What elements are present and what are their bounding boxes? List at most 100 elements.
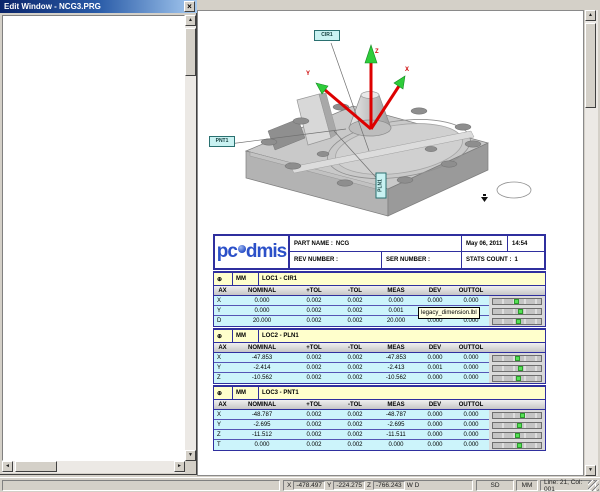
axis-row[interactable]: D 20.000 0.002 0.002 20.000 0.000 0.000 xyxy=(214,316,545,326)
nominal-cell: -47.853 xyxy=(231,355,293,361)
dimension-section[interactable]: ⊕ MM LOC2 - PLN1 AXNOMINAL+TOL-TOLMEASDE… xyxy=(213,328,546,384)
z-coord-value: -766.243 xyxy=(373,481,405,490)
scroll-up-arrow-icon[interactable]: ▲ xyxy=(585,10,596,21)
status-bar: X -478.497 Y -224.275 Z -766.243 W D SD … xyxy=(0,477,600,492)
code-line: CNC/USEWORKOFFSET,G54,NO,STARTUP,<3 xyxy=(3,239,184,245)
logo-text-pc: pc xyxy=(217,241,237,263)
ser-number-label: SER NUMBER : xyxy=(386,257,430,263)
edit-window-titlebar[interactable]: Edit Window - NCG3.PRG × xyxy=(0,0,197,13)
pcdmis-logo: pcdmis xyxy=(215,236,290,268)
units-panel: MM xyxy=(516,480,538,491)
minus-tol-cell: 0.002 xyxy=(335,365,375,371)
column-header: NOMINAL xyxy=(231,402,293,408)
scroll-right-arrow-icon[interactable]: ► xyxy=(174,461,185,472)
dimension-section[interactable]: ⊕ MM LOC3 - PNT1 AXNOMINAL+TOL-TOLMEASDE… xyxy=(213,385,546,451)
code-line: MOVE/ROTAB,0,SHORTEST,0,SHORTEST, xyxy=(3,398,184,404)
code-line: ACTL/<-47.853,-2.413,-10.562>,<-0.6 xyxy=(3,277,184,283)
part-name-label: PART NAME : xyxy=(294,241,333,247)
units-value: MM xyxy=(236,276,246,282)
x-axis-label: X xyxy=(405,67,409,73)
minus-tol-cell: 0.002 xyxy=(335,412,375,418)
code-line: THEO/<-48.787,-2.695,-11.512>,<-0.6 xyxy=(3,347,184,353)
date-cell: May 06, 2011 xyxy=(462,236,508,252)
code-line: CIR1=FEAT/CONTACT/CIRCLE/DEFAULT,CARTESI xyxy=(3,144,184,150)
scroll-down-arrow-icon[interactable]: ▼ xyxy=(585,465,596,476)
axis-row[interactable]: X -47.853 0.002 0.002 -47.853 0.000 0.00… xyxy=(214,353,545,363)
axis-row[interactable]: X -48.787 0.002 0.002 -48.787 0.000 0.00… xyxy=(214,410,545,420)
tooltip: legacy_dimension.lbl xyxy=(418,307,480,319)
app-window: Z Y X CIR1 PNT1 PLN1 ▲ ▼ Edit Window - N… xyxy=(0,0,600,492)
code-line: THEO/<-47.853,-2.414,-10.562>,<-0.6 xyxy=(3,271,184,277)
outtol-cell: 0.000 xyxy=(453,298,489,304)
axis-row[interactable]: T 0.000 0.002 0.002 0.000 0.000 0.000 xyxy=(214,440,545,450)
dev-cell: 0.000 xyxy=(417,422,453,428)
dimension-section[interactable]: ⊕ MM LOC1 - CIR1 AXNOMINAL+TOL-TOLMEASDE… xyxy=(213,271,546,327)
main-scrollbar[interactable]: ▲ ▼ xyxy=(585,10,598,476)
feature-label-pln1[interactable]: PLN1 xyxy=(376,173,387,199)
column-header: AX xyxy=(214,288,231,294)
meas-cell: -2.413 xyxy=(375,365,417,371)
axis-cell: Z xyxy=(214,432,231,438)
report-window: pcdmis PART NAME : NCG May 06, 2011 14:5… xyxy=(213,234,546,451)
logo-text-dmis: dmis xyxy=(246,241,286,263)
main-scrollbar-thumb[interactable] xyxy=(585,23,596,108)
code-line: D 20.000 0.002 0.002 20.000 xyxy=(3,436,184,442)
deviation-bar-track xyxy=(492,355,542,362)
code-line: MOVE/ROTAB,60,SHORTEST,-45,SHORTEST, xyxy=(3,252,184,258)
minus-tol-cell: 0.002 xyxy=(335,375,375,381)
status-message-panel xyxy=(2,480,280,491)
close-icon[interactable]: × xyxy=(184,1,195,12)
dev-cell: 0.000 xyxy=(417,442,453,448)
axis-row[interactable]: Y 0.000 0.002 0.002 0.001 0.000 0.000 xyxy=(214,306,545,316)
dimension-title-cell: LOC1 - CIR1 xyxy=(259,273,545,285)
column-header: OUTTOL xyxy=(453,402,489,408)
column-header: MEAS xyxy=(375,288,417,294)
editor-hscrollbar[interactable]: ◄ ► xyxy=(2,461,185,473)
column-header: MEAS xyxy=(375,345,417,351)
editor-vscrollbar[interactable]: ▲ ▼ xyxy=(185,15,196,461)
axis-row[interactable]: Z -11.512 0.002 0.002 -11.511 0.000 0.00… xyxy=(214,430,545,440)
meas-cell: -48.787 xyxy=(375,412,417,418)
y-coord-value: -224.275 xyxy=(333,481,365,490)
feature-label-pnt1[interactable]: PNT1 xyxy=(209,136,235,147)
code-editor[interactable]: PART NAME : NCG REV NUMBER : SER NUMBER … xyxy=(2,15,185,461)
deviation-bar-track xyxy=(492,298,542,305)
code-line: ANGLE VEC=<0.500011,-0.0660191,0>,SH xyxy=(3,290,184,296)
report-time: 14:54 xyxy=(512,241,527,247)
code-line: X 0.000 0.002 0.002 0.000 xyxy=(3,423,184,429)
dimension-band: ⊕ MM LOC1 - CIR1 xyxy=(214,273,545,285)
report-sections: ⊕ MM LOC1 - CIR1 AXNOMINAL+TOL-TOLMEASDE… xyxy=(213,271,546,451)
deviation-marker xyxy=(518,366,523,371)
resize-grip[interactable] xyxy=(588,480,599,491)
column-header: MEAS xyxy=(375,402,417,408)
probe-icon xyxy=(481,194,488,202)
deviation-bar-track xyxy=(492,442,542,449)
scroll-down-arrow-icon[interactable]: ▼ xyxy=(185,450,196,461)
editor-vscroll-thumb[interactable] xyxy=(185,28,196,76)
workplane-indicator: W D xyxy=(407,482,420,489)
axis-cell: D xyxy=(214,318,231,324)
column-header: +TOL xyxy=(293,345,335,351)
axis-row[interactable]: Y -2.695 0.002 0.002 -2.695 0.000 0.000 xyxy=(214,420,545,430)
deviation-marker xyxy=(516,376,521,381)
editor-hscroll-thumb[interactable] xyxy=(15,461,57,472)
part-model xyxy=(246,92,488,217)
line-col-indicator: Line: 21, Col: 001 xyxy=(544,479,592,492)
scroll-left-arrow-icon[interactable]: ◄ xyxy=(2,461,13,472)
x-coord-label: X xyxy=(287,482,291,489)
code-line: DIM LOC1= LOCATION OF CIRCLE CIR1 UNITS=… xyxy=(3,404,184,410)
axis-row[interactable]: X 0.000 0.002 0.002 0.000 0.000 0.000 xyxy=(214,296,545,306)
part-name-cell: PART NAME : NCG xyxy=(290,236,462,252)
units-value: MM xyxy=(236,390,246,396)
column-header-row: AXNOMINAL+TOL-TOLMEASDEVOUTTOL xyxy=(214,285,545,296)
column-header: OUTTOL xyxy=(453,345,489,351)
axis-row[interactable]: Z -10.562 0.002 0.002 -10.562 0.000 0.00… xyxy=(214,373,545,383)
nominal-cell: 0.000 xyxy=(231,308,293,314)
scroll-up-arrow-icon[interactable]: ▲ xyxy=(185,15,196,26)
deviation-marker xyxy=(516,319,521,324)
code-line: CNC/USEWORKOFFSET,G55,NO,STARTUP,<- xyxy=(3,93,184,99)
axis-row[interactable]: Y -2.414 0.002 0.002 -2.413 0.001 0.000 xyxy=(214,363,545,373)
y-coord-label: Y xyxy=(327,482,331,489)
time-cell: 14:54 xyxy=(508,236,544,252)
feature-label-cir1[interactable]: CIR1 xyxy=(314,30,340,41)
